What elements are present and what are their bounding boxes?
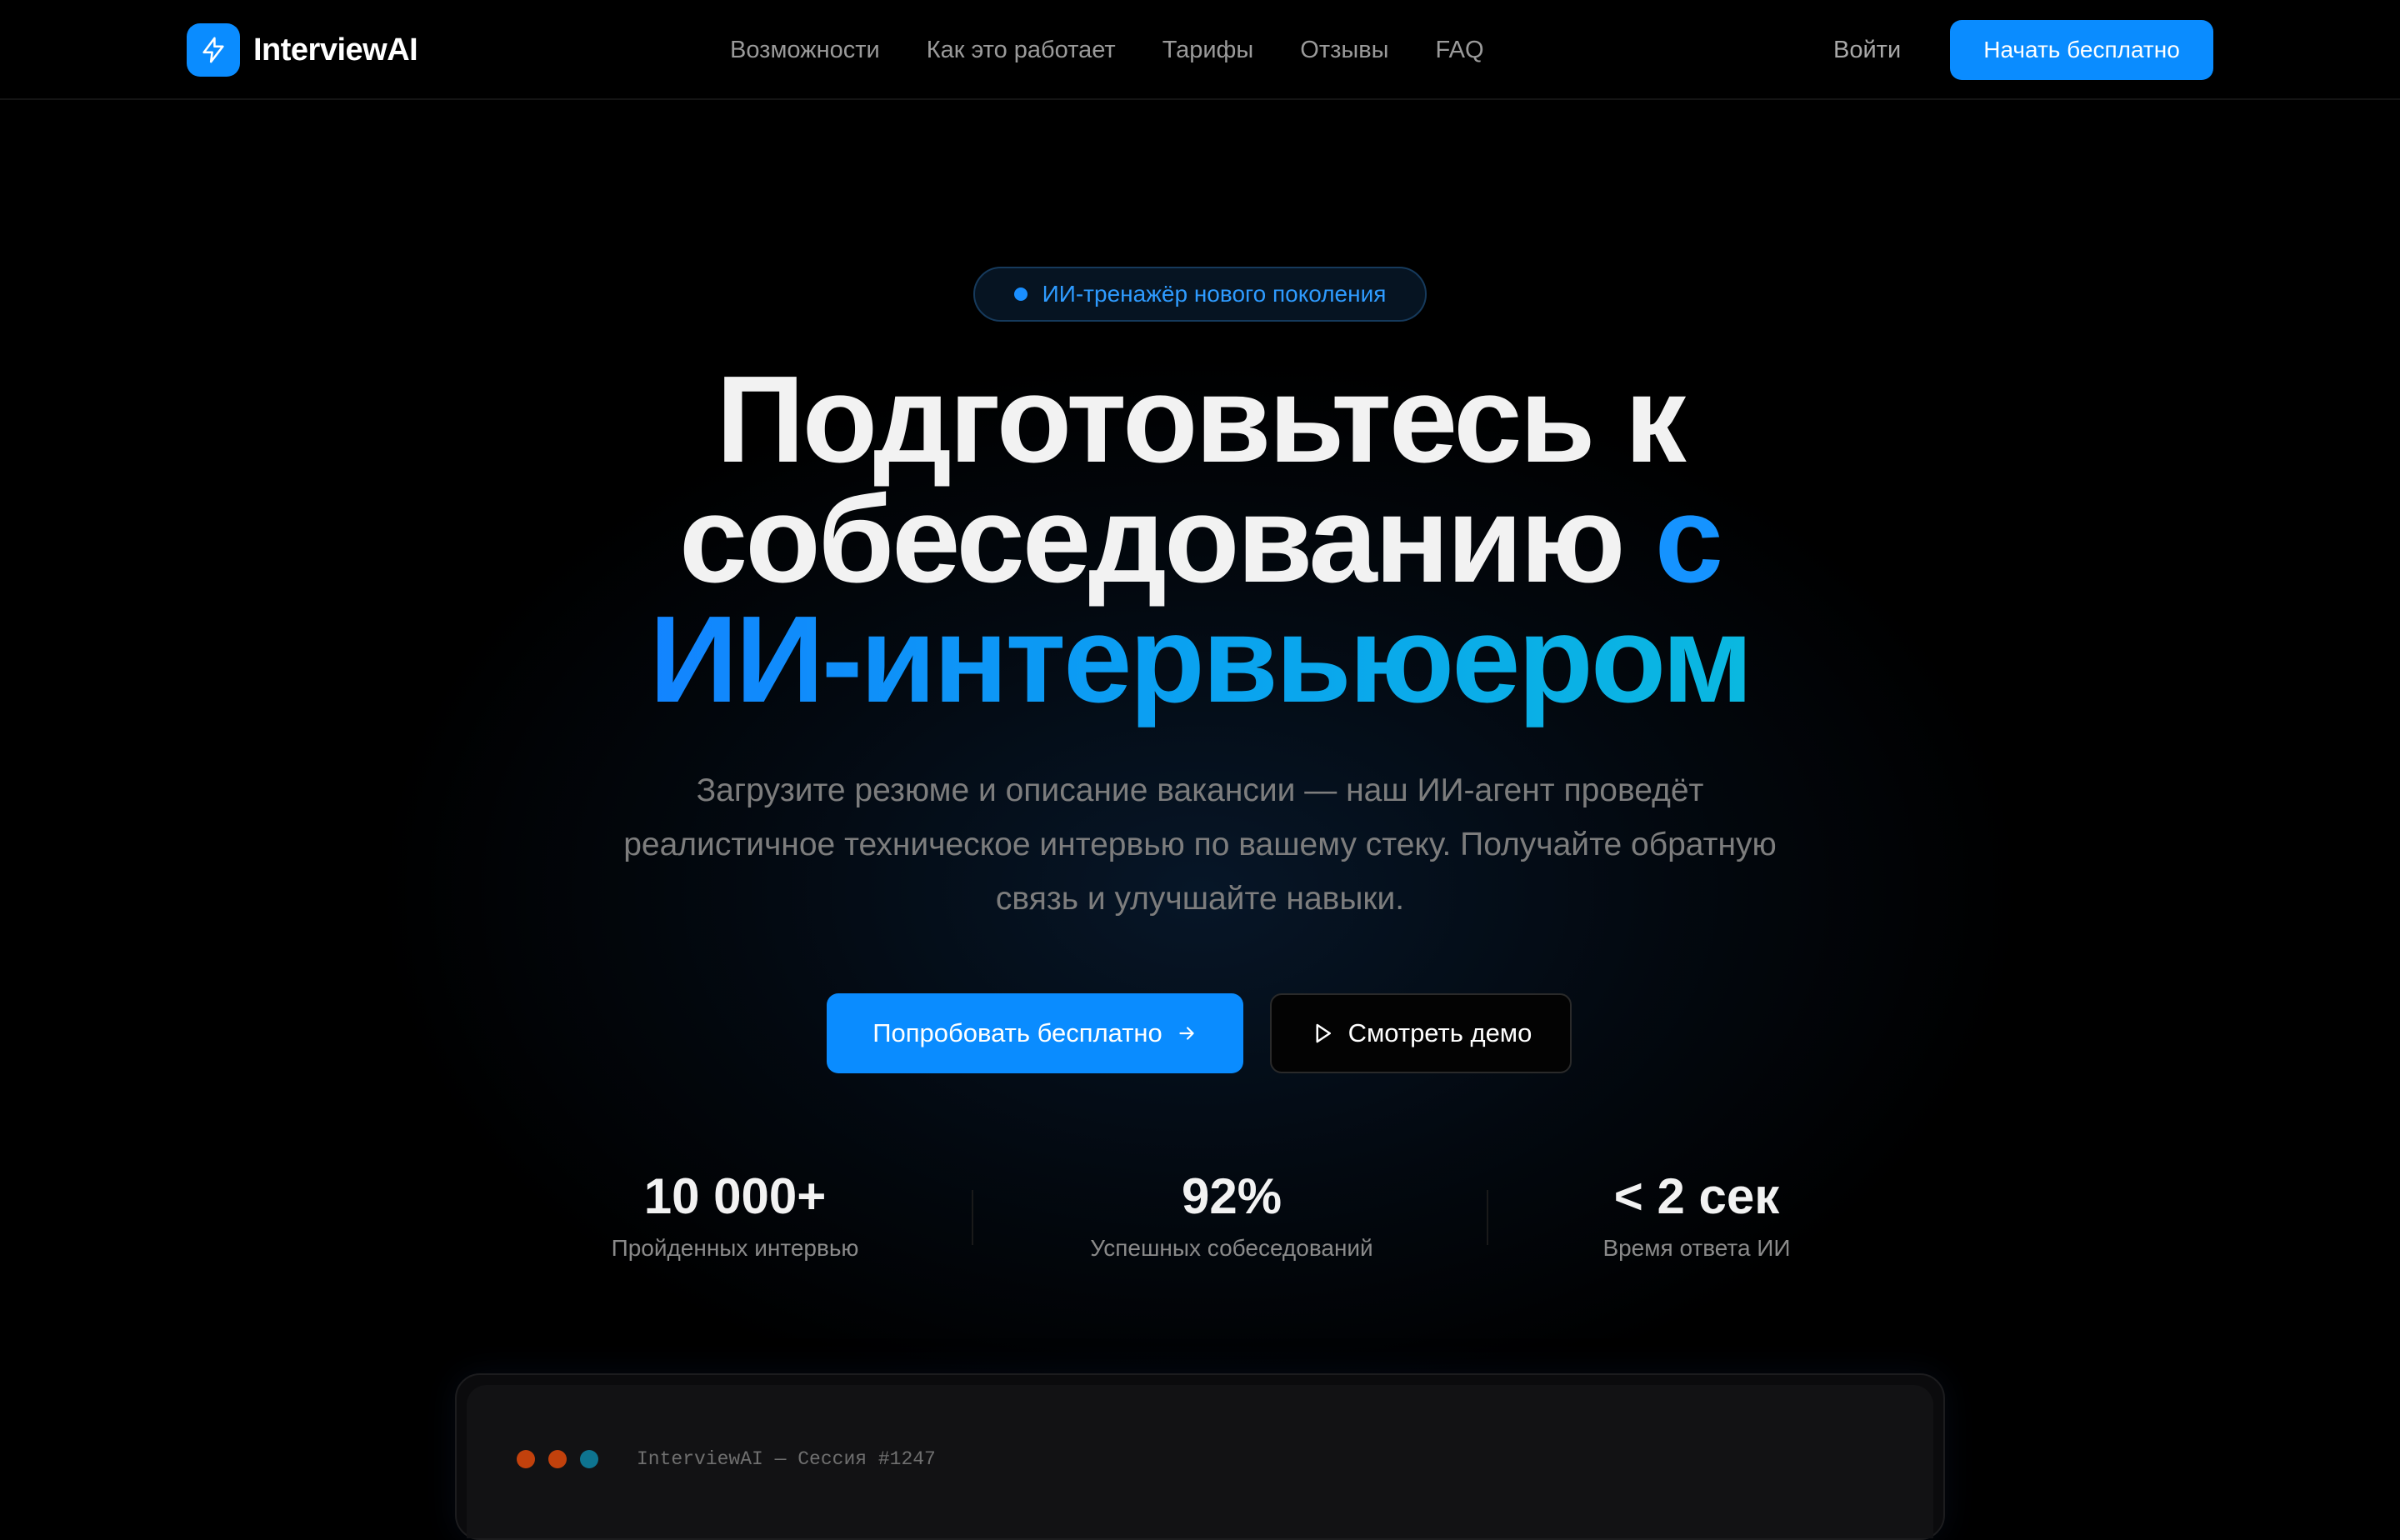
stat-divider	[972, 1190, 973, 1245]
session-title: InterviewAI — Сессия #1247	[637, 1448, 936, 1470]
hero-headline: Подготовьтесь к собеседованию с ИИ-интер…	[0, 358, 2400, 722]
stat-label: Пройденных интервью	[611, 1235, 859, 1261]
headline-accent: с	[1654, 471, 1723, 608]
stat-value: 92%	[1181, 1168, 1282, 1224]
headline-line-3: ИИ-интервьюером	[649, 591, 1753, 728]
window-dot-icon[interactable]	[580, 1450, 598, 1468]
try-free-button[interactable]: Попробовать бесплатно	[827, 993, 1243, 1073]
nav-link-reviews[interactable]: Отзывы	[1300, 32, 1388, 68]
nav-link-pricing[interactable]: Тарифы	[1162, 32, 1254, 68]
nav-link-how-it-works[interactable]: Как это работает	[927, 32, 1116, 68]
hero-subtitle: Загрузите резюме и описание вакансии — н…	[623, 772, 1777, 917]
watch-demo-label: Смотреть демо	[1348, 1018, 1532, 1048]
headline-line-2: собеседованию	[678, 471, 1655, 608]
try-free-label: Попробовать бесплатно	[872, 1018, 1162, 1048]
stat-value: < 2 сек	[1613, 1168, 1780, 1224]
badge-text: ИИ-тренажёр нового поколения	[1042, 281, 1387, 307]
stat-label: Успешных собеседований	[1090, 1235, 1373, 1261]
session-window: InterviewAI — Сессия #1247	[455, 1373, 1945, 1540]
stat-success: 92% Успешных собеседований	[1053, 1163, 1410, 1267]
nav-link-features[interactable]: Возможности	[730, 32, 880, 68]
lightning-icon	[202, 37, 224, 63]
nav-link-faq[interactable]: FAQ	[1436, 32, 1484, 68]
play-icon	[1316, 1023, 1331, 1043]
arrow-right-icon	[1179, 1027, 1194, 1040]
watch-demo-button[interactable]: Смотреть демо	[1270, 993, 1572, 1073]
stat-divider	[1487, 1190, 1488, 1245]
window-controls	[517, 1450, 598, 1468]
badge-dot-icon	[1013, 288, 1028, 301]
hero-badge: ИИ-тренажёр нового поколения	[973, 267, 1427, 322]
headline-line-1: Подготовьтесь к	[716, 351, 1686, 488]
stat-response-time: < 2 сек Время ответа ИИ	[1567, 1163, 1827, 1267]
logo-icon[interactable]	[187, 23, 240, 77]
window-dot-icon[interactable]	[548, 1450, 567, 1468]
login-link[interactable]: Войти	[1833, 32, 1901, 68]
window-dot-icon[interactable]	[517, 1450, 535, 1468]
top-navigation: InterviewAI Возможности Как это работает…	[0, 0, 2400, 100]
brand-name[interactable]: InterviewAI	[253, 28, 418, 72]
stat-label: Время ответа ИИ	[1602, 1235, 1791, 1261]
stat-interviews: 10 000+ Пройденных интервью	[567, 1163, 903, 1267]
nav-links: Возможности Как это работает Тарифы Отзы…	[730, 32, 1484, 68]
start-free-button[interactable]: Начать бесплатно	[1950, 20, 2213, 80]
stat-value: 10 000+	[643, 1168, 827, 1224]
